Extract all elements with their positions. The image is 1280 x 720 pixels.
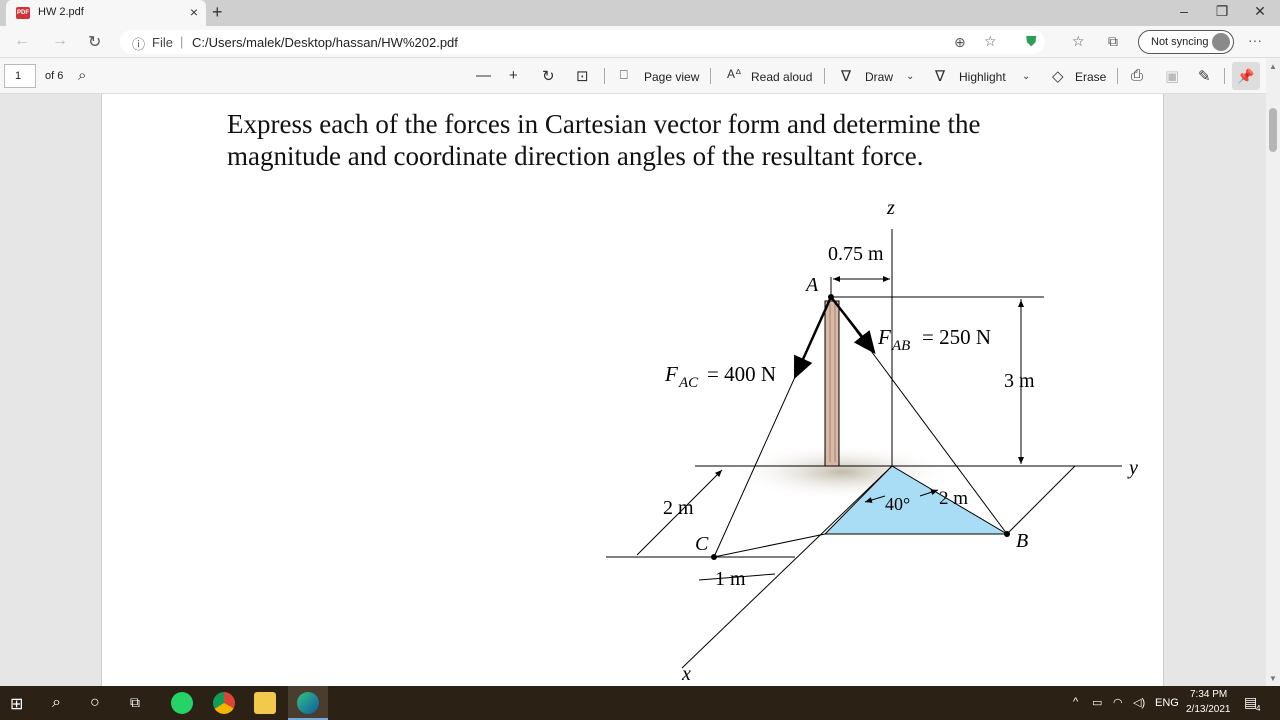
- scroll-down-icon[interactable]: ▼: [1269, 674, 1277, 683]
- notification-count: 4: [1256, 704, 1261, 713]
- statics-figure: z y x A B C 0.75 m 3 m 2 m 1 m 2 m 40° F…: [606, 197, 1138, 685]
- edge-taskbar-slot[interactable]: [288, 686, 328, 720]
- dim-3m-label: 3 m: [1004, 370, 1035, 392]
- windows-start-icon[interactable]: ⊞: [10, 694, 23, 714]
- read-aloud-button[interactable]: Read aloud: [751, 70, 812, 84]
- battery-icon[interactable]: ▭: [1092, 696, 1102, 709]
- pdf-toolbar: 1 of 6 ⌕ — + ↻ ⊡ ⎕ Page view Aᐞ Read alo…: [0, 58, 1280, 94]
- scroll-thumb[interactable]: [1269, 108, 1277, 152]
- print-icon[interactable]: ⎙: [1131, 67, 1143, 84]
- url-separator: |: [180, 34, 184, 49]
- force-ab-subscript: AB: [891, 338, 910, 354]
- dim-2m-left-label: 2 m: [663, 497, 694, 519]
- back-icon[interactable]: ←: [14, 32, 30, 50]
- edge-icon: [297, 692, 319, 714]
- cortana-icon[interactable]: ○: [90, 694, 100, 712]
- minimize-button[interactable]: –: [1164, 3, 1204, 19]
- info-icon[interactable]: ⓘ: [132, 34, 145, 53]
- axis-z-label: z: [886, 197, 895, 219]
- tab-strip: PDF HW 2.pdf × + – ❐ ✕: [0, 0, 1280, 26]
- search-icon[interactable]: ⌕: [78, 67, 86, 84]
- tray-chevron-up-icon[interactable]: ^: [1073, 696, 1078, 708]
- eraser-icon: ◇: [1052, 68, 1064, 85]
- scroll-up-icon[interactable]: ▲: [1269, 62, 1277, 71]
- language-indicator[interactable]: ENG: [1155, 697, 1179, 709]
- rotate-icon[interactable]: ↻: [542, 67, 555, 85]
- tab-title: HW 2.pdf: [38, 6, 84, 18]
- address-bar[interactable]: ⓘ File | C:/Users/malek/Desktop/hassan/H…: [120, 30, 1045, 54]
- more-icon[interactable]: ···: [1248, 32, 1262, 48]
- read-aloud-icon: Aᐞ: [727, 67, 742, 81]
- draw-chevron-down-icon[interactable]: ⌄: [906, 71, 914, 82]
- pin-toolbar-icon[interactable]: 📌: [1232, 62, 1260, 90]
- new-tab-button[interactable]: +: [212, 2, 223, 23]
- clock-time[interactable]: 7:34 PM: [1190, 689, 1227, 700]
- erase-button[interactable]: Erase: [1075, 70, 1106, 84]
- axis-y-label: y: [1127, 457, 1138, 479]
- address-toolbar: ← → ↻ ⓘ File | C:/Users/malek/Desktop/ha…: [0, 26, 1280, 58]
- vertical-scrollbar[interactable]: ▲ ▼: [1266, 58, 1280, 686]
- volume-icon[interactable]: ◁): [1133, 696, 1145, 709]
- tab-close-icon[interactable]: ×: [190, 4, 198, 20]
- zoom-out-icon[interactable]: —: [476, 67, 491, 84]
- angle-label: 40°: [885, 494, 910, 514]
- point-c-label: C: [695, 533, 709, 555]
- zoom-icon[interactable]: ⊕: [954, 34, 966, 51]
- force-ac-value: = 400 N: [707, 362, 776, 386]
- save-icon[interactable]: ▣: [1165, 67, 1179, 85]
- windows-taskbar: ⊞ ⌕ ○ ⧉ ^ ▭ ◠ ◁) ENG 7:34 PM 2/13/2021 ▤…: [0, 686, 1280, 720]
- save-as-icon[interactable]: ✎: [1198, 67, 1211, 85]
- page-view-button[interactable]: Page view: [644, 70, 699, 84]
- sync-label: Not syncing: [1151, 36, 1209, 48]
- dim-075-label: 0.75 m: [828, 243, 884, 265]
- page-number-input[interactable]: 1: [4, 64, 36, 88]
- point-a-label: A: [804, 274, 819, 296]
- pdf-page: Express each of the forces in Cartesian …: [101, 94, 1164, 686]
- clock-date[interactable]: 2/13/2021: [1186, 704, 1231, 715]
- whatsapp-icon[interactable]: [171, 692, 193, 714]
- dim-2m-right-label: 2 m: [939, 488, 968, 509]
- maximize-button[interactable]: ❐: [1202, 3, 1242, 20]
- avatar: [1212, 33, 1230, 51]
- task-view-icon[interactable]: ⧉: [130, 694, 140, 711]
- axis-x-label: x: [681, 663, 691, 685]
- close-window-button[interactable]: ✕: [1240, 3, 1280, 20]
- add-favorite-icon[interactable]: ☆: [984, 33, 997, 50]
- search-icon[interactable]: ⌕: [52, 694, 61, 712]
- forward-icon[interactable]: →: [52, 32, 68, 50]
- url-text[interactable]: C:/Users/malek/Desktop/hassan/HW%202.pdf: [192, 35, 458, 50]
- dim-1m-label: 1 m: [715, 568, 746, 590]
- wifi-icon[interactable]: ◠: [1113, 696, 1123, 709]
- fit-page-icon[interactable]: ⊡: [576, 67, 589, 85]
- url-scheme: File: [152, 35, 173, 50]
- tab-hw2[interactable]: PDF HW 2.pdf ×: [6, 0, 206, 26]
- collections-icon[interactable]: ⧉: [1108, 33, 1118, 50]
- pdf-viewer[interactable]: Express each of the forces in Cartesian …: [0, 94, 1266, 686]
- draw-icon: ∇: [841, 68, 852, 85]
- page-count: of 6: [45, 70, 64, 82]
- highlight-icon: ∇: [935, 68, 946, 85]
- chrome-icon[interactable]: [213, 692, 235, 714]
- pdf-file-icon: PDF: [16, 7, 30, 19]
- favorites-icon[interactable]: ☆: [1072, 33, 1085, 50]
- highlight-chevron-down-icon[interactable]: ⌄: [1022, 71, 1030, 82]
- force-ab-value: = 250 N: [922, 325, 991, 349]
- force-ab-symbol: F: [877, 325, 891, 349]
- sync-profile-button[interactable]: Not syncing: [1138, 30, 1234, 54]
- force-ac-symbol: F: [664, 362, 678, 386]
- shield-icon[interactable]: ⛊: [1026, 33, 1037, 50]
- point-b-label: B: [1016, 530, 1028, 552]
- refresh-icon[interactable]: ↻: [88, 32, 101, 52]
- draw-button[interactable]: Draw: [865, 70, 893, 84]
- highlight-button[interactable]: Highlight: [959, 70, 1006, 84]
- file-explorer-icon[interactable]: [254, 692, 276, 714]
- page-view-icon: ⎕: [620, 67, 628, 82]
- zoom-in-icon[interactable]: +: [509, 67, 518, 84]
- force-ac-subscript: AC: [678, 375, 699, 391]
